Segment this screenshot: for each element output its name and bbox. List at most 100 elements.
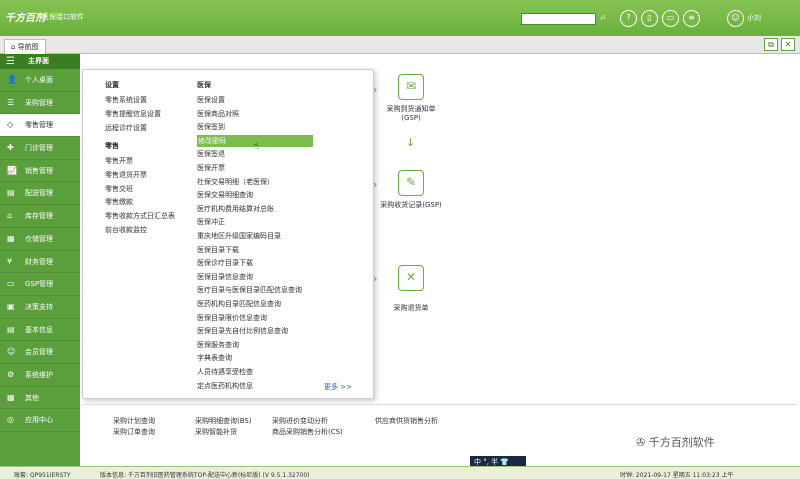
sidebar-item[interactable]: ▤ 基本信息 bbox=[0, 319, 80, 342]
sidebar-item[interactable]: ▣ 决策支持 bbox=[0, 296, 80, 319]
sidebar-item[interactable]: ¥ 财务管理 bbox=[0, 251, 80, 274]
menu-item[interactable]: 零售退货开票 bbox=[105, 169, 147, 181]
sidebar-item-label: 销售管理 bbox=[25, 166, 53, 175]
menu-item[interactable]: 零售系统设置 bbox=[105, 94, 147, 106]
sidebar-item-label: 会员管理 bbox=[25, 348, 53, 357]
sidebar-item[interactable]: ⌂ 库存管理 bbox=[0, 205, 80, 228]
menu-item[interactable]: 医保目录先自付比例信息查询 bbox=[197, 325, 288, 337]
watermark: ✇ 千方百剂软件 bbox=[636, 436, 715, 449]
sidebar-item-label: 库存管理 bbox=[25, 212, 53, 221]
menu-item[interactable]: 医保目录下载 bbox=[197, 244, 239, 256]
sidebar-item[interactable]: ✚ 门诊管理 bbox=[0, 137, 80, 160]
menu-item[interactable]: 远程诊疗设置 bbox=[105, 122, 147, 134]
menu-item[interactable]: 医保目录信息查询 bbox=[197, 271, 253, 283]
sidebar-item-label: GSP管理 bbox=[25, 280, 54, 289]
sidebar-item[interactable]: ▤ 配送管理 bbox=[0, 182, 80, 206]
more-link[interactable]: 更多 >> bbox=[324, 382, 352, 392]
sidebar-item-label: 决策支持 bbox=[25, 302, 53, 311]
sidebar-item[interactable]: ▦ 仓储管理 bbox=[0, 228, 80, 251]
retail-dropdown-menu: 设置 零售系统设置 零售提醒信息设置 远程诊疗设置 零售 零售开票 零售退货开票 零售交… bbox=[82, 69, 374, 399]
gear-icon: ⚙ bbox=[7, 369, 15, 379]
search-input[interactable] bbox=[521, 13, 596, 25]
sidebar-item[interactable]: ☺ 会员管理 bbox=[0, 341, 80, 364]
menu-item[interactable]: 零售交班 bbox=[105, 183, 133, 195]
flow-label: 采购退货单 bbox=[393, 304, 429, 312]
quick-link[interactable]: 采购智能补货 bbox=[195, 427, 237, 437]
menu-icon[interactable]: ≡ bbox=[683, 10, 700, 27]
flow-node-arrival-notice[interactable]: ✉ 采购到货通知单 (GSP) bbox=[382, 74, 440, 122]
sidebar-item[interactable]: ▭ GSP管理 bbox=[0, 273, 80, 296]
pill-icon: ✎ bbox=[398, 170, 424, 196]
menu-item[interactable]: 医保冲正 bbox=[197, 216, 225, 228]
menu-item[interactable]: 社保交易明细（老医保） bbox=[197, 176, 274, 188]
menu-item[interactable]: 医保开票 bbox=[197, 162, 225, 174]
quick-link[interactable]: 采购计划查询 bbox=[113, 416, 155, 426]
menu-item[interactable]: 零售开票 bbox=[105, 155, 133, 167]
box-return-icon: ✕ bbox=[398, 265, 424, 291]
close-icon[interactable]: ✕ bbox=[781, 38, 795, 51]
help-icon[interactable]: ? bbox=[620, 10, 637, 27]
sidebar-item[interactable]: ☰ 采购管理 bbox=[0, 92, 80, 115]
quick-link[interactable]: 采购明细查询(BS) bbox=[195, 416, 252, 426]
menu-item[interactable]: 医疗机构费用结算对总账 bbox=[197, 203, 274, 215]
menu-item[interactable]: 医保服务查询 bbox=[197, 339, 239, 351]
status-time: 时钟: 2021-09-17 星期五 11:03:23 上午 bbox=[620, 472, 734, 479]
clinic-icon: ✚ bbox=[7, 143, 14, 153]
sidebar-item-label: 其他 bbox=[25, 393, 39, 402]
menu-item[interactable]: 前台收款监控 bbox=[105, 224, 147, 236]
flow-node-return[interactable]: ✕ 采购退货单 bbox=[385, 265, 437, 313]
menu-item[interactable]: 零售收款方式日汇总表 bbox=[105, 210, 175, 222]
sidebar-item[interactable]: 👤 个人桌面 bbox=[0, 69, 80, 92]
sidebar-item[interactable]: ◇ 零售管理 bbox=[0, 114, 80, 138]
menu-item[interactable]: 医保诊疗目录下载 bbox=[197, 257, 253, 269]
sidebar-item-label: 配送管理 bbox=[25, 189, 53, 198]
search-icon[interactable]: ⌕ bbox=[597, 11, 609, 25]
menu-item[interactable]: 零售提醒信息设置 bbox=[105, 108, 161, 120]
status-version: 版本信息: 千方百剂旧医药管理系统TOP-配送中心新(标尼版) (V 9.5.1… bbox=[100, 472, 310, 479]
quick-link[interactable]: 供应商供货销售分析 bbox=[375, 416, 438, 426]
menu-item[interactable]: 重庆地区升级国家编码目录 bbox=[197, 230, 281, 242]
sidebar-item[interactable]: ⚙ 系统维护 bbox=[0, 364, 80, 387]
sidebar-item-label: 零售管理 bbox=[25, 121, 53, 130]
menu-item[interactable]: 字典表查询 bbox=[197, 352, 232, 364]
flow-node-receiving-record[interactable]: ✎ 采购收货记录(GSP) bbox=[376, 170, 446, 210]
menu-item[interactable]: 医保设置 bbox=[197, 94, 225, 106]
hamburger-icon[interactable]: ☰ bbox=[6, 54, 15, 69]
quick-link[interactable]: 采购订单查询 bbox=[113, 427, 155, 437]
phone-icon[interactable]: ▯ bbox=[641, 10, 658, 27]
warehouse-icon: ▦ bbox=[7, 233, 15, 243]
flow-label: 采购到货通知单 bbox=[386, 105, 436, 113]
menu-item[interactable]: 医保交易明细查询 bbox=[197, 189, 253, 201]
menu-item[interactable]: 人员待遇享受检查 bbox=[197, 366, 253, 378]
menu-item[interactable]: 定点医药机构信息 bbox=[197, 380, 253, 392]
info-icon: ▤ bbox=[7, 324, 15, 334]
menu-item[interactable]: 零售缴款 bbox=[105, 196, 133, 208]
sidebar-header[interactable]: ☰ 主界面 bbox=[0, 54, 80, 69]
menu-item[interactable]: 医保目录限价信息查询 bbox=[197, 312, 267, 324]
bottom-links-panel bbox=[82, 404, 798, 462]
menu-item[interactable]: 医保签退 bbox=[197, 148, 225, 160]
menu-item[interactable]: 医药机构目录匹配信息查询 bbox=[197, 298, 281, 310]
menu-item[interactable]: 医保签到 bbox=[197, 121, 225, 133]
menu-item[interactable]: 医疗目录与医保目录匹配信息查询 bbox=[197, 284, 302, 296]
quick-link[interactable]: 商品采购销售分析(CS) bbox=[272, 427, 343, 437]
tab-label: 导航图 bbox=[17, 43, 39, 51]
sidebar-item-label: 采购管理 bbox=[25, 98, 53, 107]
tab-navigation[interactable]: ⌂ 导航图 bbox=[4, 39, 46, 54]
gsp-icon: ▭ bbox=[7, 279, 15, 289]
quick-link[interactable]: 采购进价变动分析 bbox=[272, 416, 328, 426]
sidebar-item-label: 应用中心 bbox=[25, 416, 53, 425]
restore-icon[interactable]: ⧉ bbox=[764, 38, 778, 51]
member-icon: ☺ bbox=[7, 347, 16, 357]
tab-bar: ⌂ 导航图 ⧉ ✕ bbox=[0, 36, 800, 54]
user-icon[interactable]: ☺ bbox=[727, 10, 744, 27]
sidebar-item[interactable]: 📈 销售管理 bbox=[0, 160, 80, 183]
sidebar-item[interactable]: ◎ 应用中心 bbox=[0, 409, 80, 432]
person-icon: 👤 bbox=[7, 75, 17, 84]
monitor-icon[interactable]: ▭ bbox=[662, 10, 679, 27]
retail-icon: ◇ bbox=[7, 120, 14, 130]
sidebar-item-label: 系统维护 bbox=[25, 370, 53, 379]
purchase-icon: ☰ bbox=[7, 97, 15, 107]
sidebar-item[interactable]: ▦ 其他 bbox=[0, 387, 80, 410]
menu-item[interactable]: 医保商品对照 bbox=[197, 108, 239, 120]
